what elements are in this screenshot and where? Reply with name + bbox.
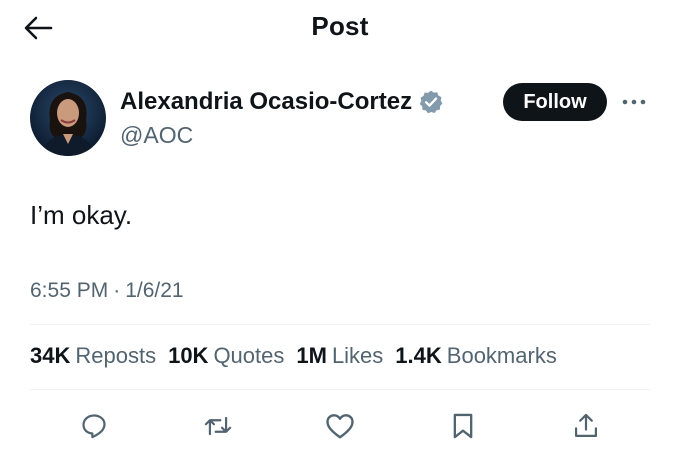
quotes-label: Quotes: [213, 343, 285, 368]
post-date: 1/6/21: [125, 279, 184, 302]
bookmarks-count: 1.4K: [395, 343, 442, 368]
reply-button[interactable]: [72, 404, 116, 448]
meta-separator: ·: [113, 279, 121, 302]
more-dots-icon: [622, 99, 646, 105]
bookmarks-stat[interactable]: 1.4K Bookmarks: [395, 343, 557, 369]
action-bar: [30, 404, 650, 448]
post-text: I’m okay.: [30, 200, 133, 230]
top-bar: Post: [0, 0, 680, 56]
quotes-count: 10K: [168, 343, 209, 368]
repost-icon: [204, 416, 232, 436]
likes-count: 1M: [296, 343, 327, 368]
share-icon: [574, 413, 598, 438]
page-title: Post: [311, 11, 369, 41]
bookmarks-label: Bookmarks: [446, 343, 557, 368]
more-button[interactable]: [618, 89, 650, 115]
repost-button[interactable]: [196, 404, 240, 448]
follow-button[interactable]: Follow: [503, 83, 607, 121]
post-timestamp[interactable]: 6:55 PM · 1/6/21: [30, 279, 184, 303]
likes-stat[interactable]: 1M Likes: [296, 343, 383, 369]
reposts-stat[interactable]: 34K Reposts: [30, 343, 156, 369]
bookmark-icon: [453, 413, 473, 439]
bookmark-button[interactable]: [441, 404, 485, 448]
reposts-label: Reposts: [75, 343, 157, 368]
likes-label: Likes: [331, 343, 384, 368]
like-button[interactable]: [318, 404, 362, 448]
reply-icon: [82, 414, 106, 439]
author-name[interactable]: Alexandria Ocasio-Cortez: [120, 88, 412, 116]
verified-badge-icon: [419, 90, 443, 114]
like-icon: [326, 414, 354, 439]
post-time: 6:55 PM: [30, 279, 109, 302]
share-button[interactable]: [564, 404, 608, 448]
divider: [30, 324, 650, 325]
quotes-stat[interactable]: 10K Quotes: [168, 343, 284, 369]
author-handle[interactable]: @AOC: [120, 122, 193, 149]
reposts-count: 34K: [30, 343, 71, 368]
divider: [30, 389, 650, 390]
engagement-stats: 34K Reposts 10K Quotes 1M Likes 1.4K Boo…: [30, 343, 557, 369]
avatar[interactable]: [30, 80, 106, 156]
author-row: Alexandria Ocasio-Cortez @AOC Follow: [30, 80, 650, 160]
author-name-row: Alexandria Ocasio-Cortez: [120, 88, 444, 116]
avatar-image: [30, 80, 106, 156]
